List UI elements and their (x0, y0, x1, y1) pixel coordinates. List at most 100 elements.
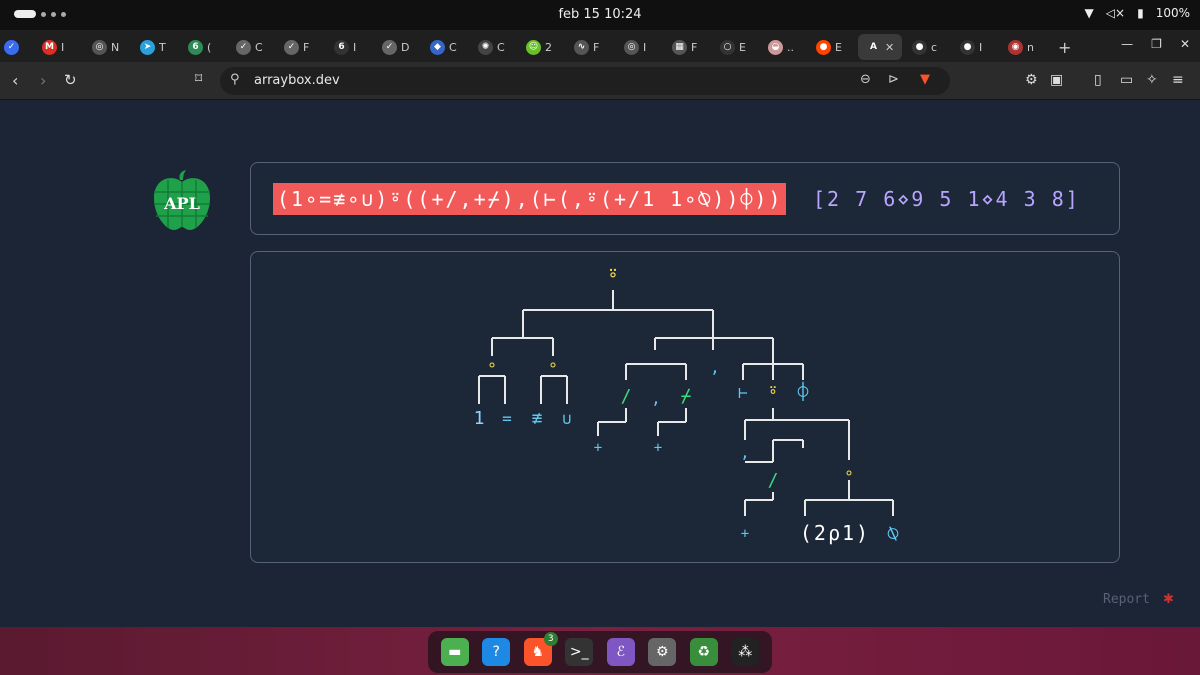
apl-argument[interactable]: [2 7 6⋄9 5 1⋄4 3 8] (813, 183, 1080, 215)
expression-input-card[interactable]: (1∘=≢∘∪)⍤((+/,+⌿),(⊢(,⍤(+/1 1∘⍉))⌽)) [2 … (250, 162, 1120, 235)
browser-tab[interactable]: ◆ C (430, 36, 457, 58)
browser-tab[interactable]: ☺ 2 (526, 36, 553, 58)
address-bar[interactable]: ⚲ arraybox.dev ⊖ ⊳ ▼ (220, 67, 950, 95)
sidebar-icon[interactable]: ▯ (1094, 72, 1102, 88)
tree-node: (2⍴1) (800, 521, 870, 545)
browser-tab[interactable]: ◎ I (624, 36, 651, 58)
site-settings-icon[interactable]: ⚲ (230, 72, 240, 87)
tree-node: 1 (474, 408, 485, 429)
apl-expression[interactable]: (1∘=≢∘∪)⍤((+/,+⌿),(⊢(,⍤(+/1 1∘⍉))⌽)) (273, 183, 787, 215)
browser-tab[interactable]: ✺ C (478, 36, 505, 58)
tree-node: ⍤ (607, 263, 619, 287)
github-icon: ● (912, 39, 927, 55)
leo-ai-icon[interactable]: ✧ (1146, 72, 1158, 88)
tab-title: C (497, 40, 505, 54)
gmail-icon: M (42, 39, 57, 55)
browser-tab[interactable]: ● I (960, 36, 987, 58)
tab-title: N (111, 40, 119, 54)
trash-icon[interactable]: ♻ (689, 638, 718, 666)
tab-title: C (449, 40, 457, 54)
forward-icon[interactable]: › (40, 71, 46, 90)
browser-tab[interactable]: ✓ F (284, 36, 311, 58)
check-icon: ✓ (236, 39, 251, 55)
screenshot-icon[interactable]: ▣ (1050, 72, 1063, 88)
system-tray[interactable]: ▼ ◁× ▮ 100% (1085, 6, 1190, 20)
browser-tab[interactable]: ▦ F (672, 36, 699, 58)
navigation-bar: ‹ › ↻ ⌑ ⚲ arraybox.dev ⊖ ⊳ ▼ ⚙ ▣ ▯ ▭ ✧ ≡ (0, 62, 1200, 100)
tab-title: I (643, 40, 647, 54)
circle-icon: ○ (720, 39, 735, 55)
browser-tab[interactable]: ◎ N (92, 36, 119, 58)
menu-icon[interactable]: ≡ (1172, 72, 1184, 88)
tree-node: ≢ (532, 408, 543, 429)
tab-title: D (401, 40, 409, 54)
brave-icon[interactable]: ♞ 3 (523, 632, 558, 666)
browser-tab[interactable]: MI (42, 36, 69, 58)
tab-title: c (931, 40, 938, 54)
smile-icon: ☺ (526, 39, 541, 55)
report-link[interactable]: Report (1103, 592, 1150, 607)
zoom-icon[interactable]: ⊖ (860, 72, 871, 87)
extensions-icon[interactable]: ⚙ (1025, 72, 1038, 88)
close-window-icon[interactable]: ✕ (1180, 37, 1190, 51)
tree-node: , (740, 443, 750, 462)
send-icon[interactable]: ⊳ (888, 72, 899, 87)
tab-title: 2 (545, 40, 552, 54)
reload-icon[interactable]: ↻ (64, 71, 77, 89)
logo-text: APL (163, 194, 200, 213)
battery-percent: 100% (1155, 6, 1190, 20)
browser-tab[interactable]: ✓ (4, 36, 19, 58)
browser-tab[interactable]: ◉ n (1008, 36, 1035, 58)
system-top-bar: feb 15 10:24 ▼ ◁× ▮ 100% (0, 0, 1200, 30)
tab-title: F (303, 40, 310, 54)
wifi-icon: ▼ (1084, 6, 1094, 20)
close-tab-icon[interactable]: ✕ (885, 41, 894, 54)
tab-title: I (979, 40, 983, 54)
activities-indicator[interactable] (14, 10, 66, 18)
telegram-icon: ➤ (140, 39, 155, 55)
minimize-icon[interactable]: — (1121, 37, 1133, 51)
browser-tab[interactable]: ✓ D (382, 36, 409, 58)
help-icon[interactable]: ? (482, 638, 511, 666)
apps-icon[interactable]: ⁂ (731, 638, 760, 666)
browser-tab[interactable]: ➤ T (140, 36, 167, 58)
browser-tab[interactable]: ● c (912, 36, 939, 58)
paint-icon: ◒ (768, 39, 783, 55)
browser-tab[interactable]: A ✕ (858, 34, 903, 60)
tab-title: F (691, 40, 698, 54)
clock[interactable]: feb 15 10:24 (540, 7, 660, 22)
emacs-icon[interactable]: ℰ (606, 638, 635, 666)
six-icon: 6 (334, 39, 349, 55)
back-icon[interactable]: ‹ (12, 71, 18, 90)
browser-tab[interactable]: ○ E (720, 36, 747, 58)
window-controls: — ❐ ✕ (1121, 37, 1190, 51)
tab-title: .. (787, 40, 794, 54)
apl-apple-logo[interactable]: APL (150, 170, 214, 230)
browser-tab[interactable]: ◒.. (768, 36, 795, 58)
workspace-pill (14, 10, 36, 18)
tab-title: n (1027, 40, 1034, 54)
browser-tab[interactable]: ● E (816, 36, 843, 58)
workspace-dot (61, 11, 66, 17)
new-tab-icon[interactable]: + (1058, 36, 1071, 58)
check-icon: ✓ (284, 39, 299, 55)
gem-icon: ◆ (430, 39, 445, 55)
files-icon[interactable]: ▬ (440, 638, 469, 666)
bug-icon[interactable]: ✱ (1163, 592, 1174, 607)
tree-node: ⍤ (768, 382, 779, 403)
wallet-icon[interactable]: ▭ (1120, 72, 1133, 88)
terminal-icon[interactable]: >_ (565, 638, 594, 666)
browser-tab[interactable]: ✓ C (236, 36, 263, 58)
browser-tab[interactable]: 6I (334, 36, 361, 58)
bookmark-icon[interactable]: ⌑ (195, 71, 202, 87)
browser-tab[interactable]: ∿ F (574, 36, 601, 58)
parse-tree: ⍤ ∘ ∘ 1 = ≢ ∪ /, ⌿ + +, ⊢ ⍤ ⌽, / ∘ + (2⍴1) ⍉ (474, 263, 899, 545)
brave-shields-icon[interactable]: ▼ (920, 72, 930, 87)
tree-node: + (654, 440, 662, 456)
settings-icon[interactable]: ⚙ (648, 638, 677, 666)
tab-title: I (353, 40, 357, 54)
browser-tab[interactable]: 6( (188, 36, 215, 58)
restore-icon[interactable]: ❐ (1151, 37, 1162, 51)
tree-node: ⌽ (798, 381, 809, 403)
tab-title: E (835, 40, 842, 54)
